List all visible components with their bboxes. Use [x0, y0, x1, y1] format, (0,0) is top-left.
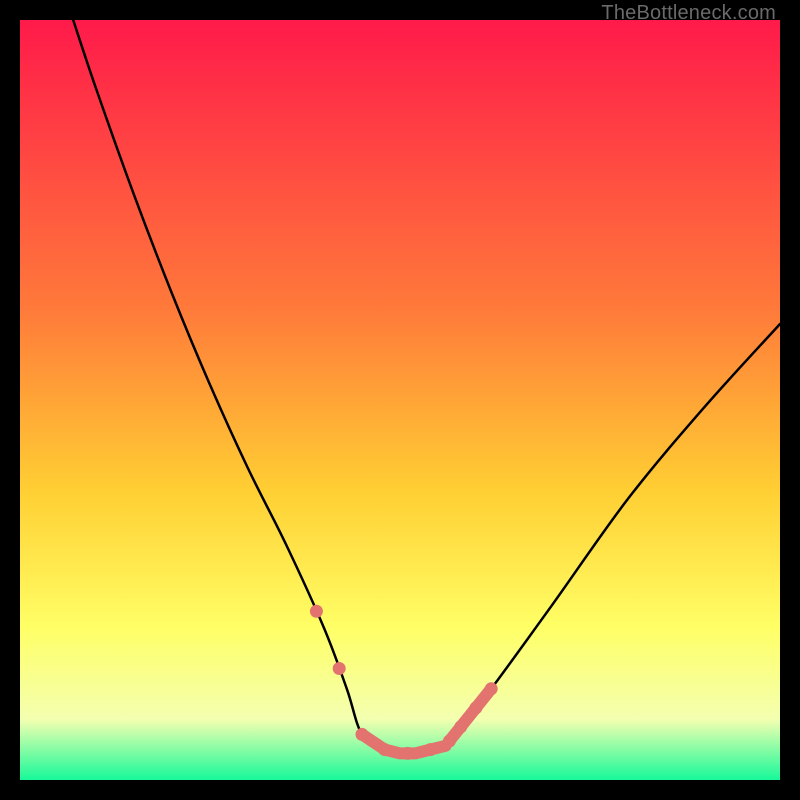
chart-frame [20, 20, 780, 780]
sweet-spot-marker [470, 702, 482, 714]
gradient-background [20, 20, 780, 780]
sweet-spot-marker [424, 744, 436, 756]
chart-svg [20, 20, 780, 780]
sweet-spot-marker [485, 683, 497, 695]
sweet-spot-marker [379, 744, 391, 756]
sweet-spot-marker [455, 721, 467, 733]
sweet-spot-marker [402, 747, 414, 759]
sweet-spot-marker [310, 605, 322, 617]
sweet-spot-marker [443, 735, 455, 747]
watermark-text: TheBottleneck.com [601, 2, 776, 25]
sweet-spot-marker [333, 663, 345, 675]
sweet-spot-marker [356, 728, 368, 740]
